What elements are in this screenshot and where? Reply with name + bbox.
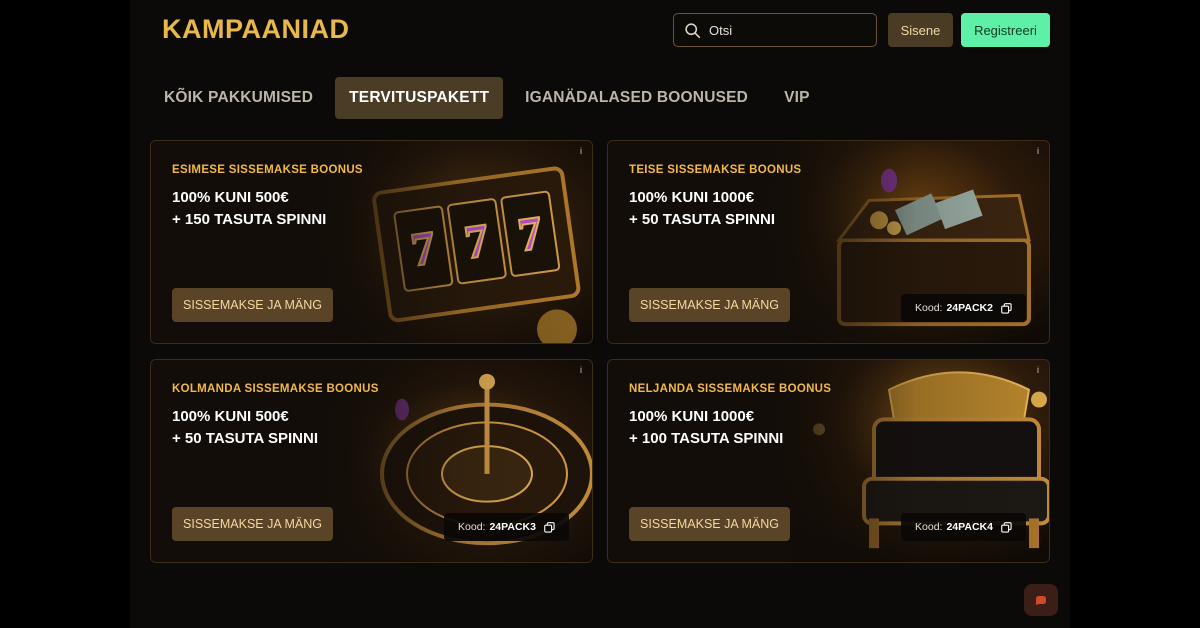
card-label: ESIMESE SISSEMAKSE BOONUS: [172, 164, 363, 176]
offer-line-2: + 150 TASUTA SPINNI: [172, 211, 327, 228]
page-title: KAMPAANIAD: [162, 14, 350, 44]
chat-button[interactable]: [1024, 584, 1058, 616]
tab-weekly-bonuses[interactable]: IGANÄDALASED BOONUSED: [511, 77, 762, 119]
offer-line-1: 100% KUNI 1000€: [629, 408, 755, 425]
code-prefix: Kood:: [915, 521, 943, 533]
code-prefix: Kood:: [915, 302, 943, 314]
promo-code-badge[interactable]: Kood: 24PACK4: [901, 513, 1026, 541]
promo-tabs: KÕIK PAKKUMISED TERVITUSPAKETT IGANÄDALA…: [150, 77, 832, 119]
search-icon: [685, 22, 701, 38]
copy-icon[interactable]: [1001, 521, 1012, 533]
deposit-and-play-button[interactable]: SISSEMAKSE JA MÄNG: [629, 288, 790, 322]
offer-line-2: + 50 TASUTA SPINNI: [629, 211, 776, 228]
code-prefix: Kood:: [458, 521, 486, 533]
tab-welcome-package[interactable]: TERVITUSPAKETT: [335, 77, 504, 119]
offer-line-1: 100% KUNI 500€: [172, 189, 289, 206]
info-icon[interactable]: i: [1032, 364, 1044, 376]
promo-code: 24PACK2: [946, 302, 993, 314]
card-offer: 100% KUNI 500€ + 150 TASUTA SPINNI: [172, 187, 432, 231]
info-icon[interactable]: i: [575, 364, 587, 376]
chat-icon: [1036, 596, 1046, 605]
promo-code-badge[interactable]: Kood: 24PACK2: [901, 294, 1026, 322]
offer-line-2: + 100 TASUTA SPINNI: [629, 430, 784, 447]
tab-vip[interactable]: VIP: [770, 77, 824, 119]
promo-code: 24PACK4: [946, 521, 993, 533]
promo-code-badge[interactable]: Kood: 24PACK3: [444, 513, 569, 541]
promo-card-fourth-deposit: i NELJANDA SISSEMAKSE BOONUS 100% KUNI 1…: [607, 359, 1050, 563]
promo-card-second-deposit: i TEISE SISSEMAKSE BOONUS 100% KUNI 1000…: [607, 140, 1050, 344]
card-label: KOLMANDA SISSEMAKSE BOONUS: [172, 383, 379, 395]
copy-icon[interactable]: [1001, 302, 1012, 314]
card-label: NELJANDA SISSEMAKSE BOONUS: [629, 383, 832, 395]
offer-line-1: 100% KUNI 500€: [172, 408, 289, 425]
promo-card-first-deposit: 7 7 7 i ESIMESE SISSEMAKSE BOONUS 100% K…: [150, 140, 593, 344]
promo-card-third-deposit: i KOLMANDA SISSEMAKSE BOONUS 100% KUNI 5…: [150, 359, 593, 563]
copy-icon[interactable]: [544, 521, 555, 533]
deposit-and-play-button[interactable]: SISSEMAKSE JA MÄNG: [172, 507, 333, 541]
login-button[interactable]: Sisene: [888, 13, 953, 47]
card-offer: 100% KUNI 500€ + 50 TASUTA SPINNI: [172, 406, 432, 450]
search-input[interactable]: [709, 22, 859, 38]
promo-code: 24PACK3: [489, 521, 536, 533]
offer-line-1: 100% KUNI 1000€: [629, 189, 755, 206]
card-label: TEISE SISSEMAKSE BOONUS: [629, 164, 802, 176]
card-offer: 100% KUNI 1000€ + 50 TASUTA SPINNI: [629, 187, 889, 231]
info-icon[interactable]: i: [1032, 145, 1044, 157]
card-offer: 100% KUNI 1000€ + 100 TASUTA SPINNI: [629, 406, 889, 450]
offer-line-2: + 50 TASUTA SPINNI: [172, 430, 319, 447]
tab-all-offers[interactable]: KÕIK PAKKUMISED: [150, 77, 327, 119]
register-button[interactable]: Registreeri: [961, 13, 1050, 47]
deposit-and-play-button[interactable]: SISSEMAKSE JA MÄNG: [629, 507, 790, 541]
deposit-and-play-button[interactable]: SISSEMAKSE JA MÄNG: [172, 288, 333, 322]
info-icon[interactable]: i: [575, 145, 587, 157]
search-box[interactable]: [673, 13, 877, 47]
